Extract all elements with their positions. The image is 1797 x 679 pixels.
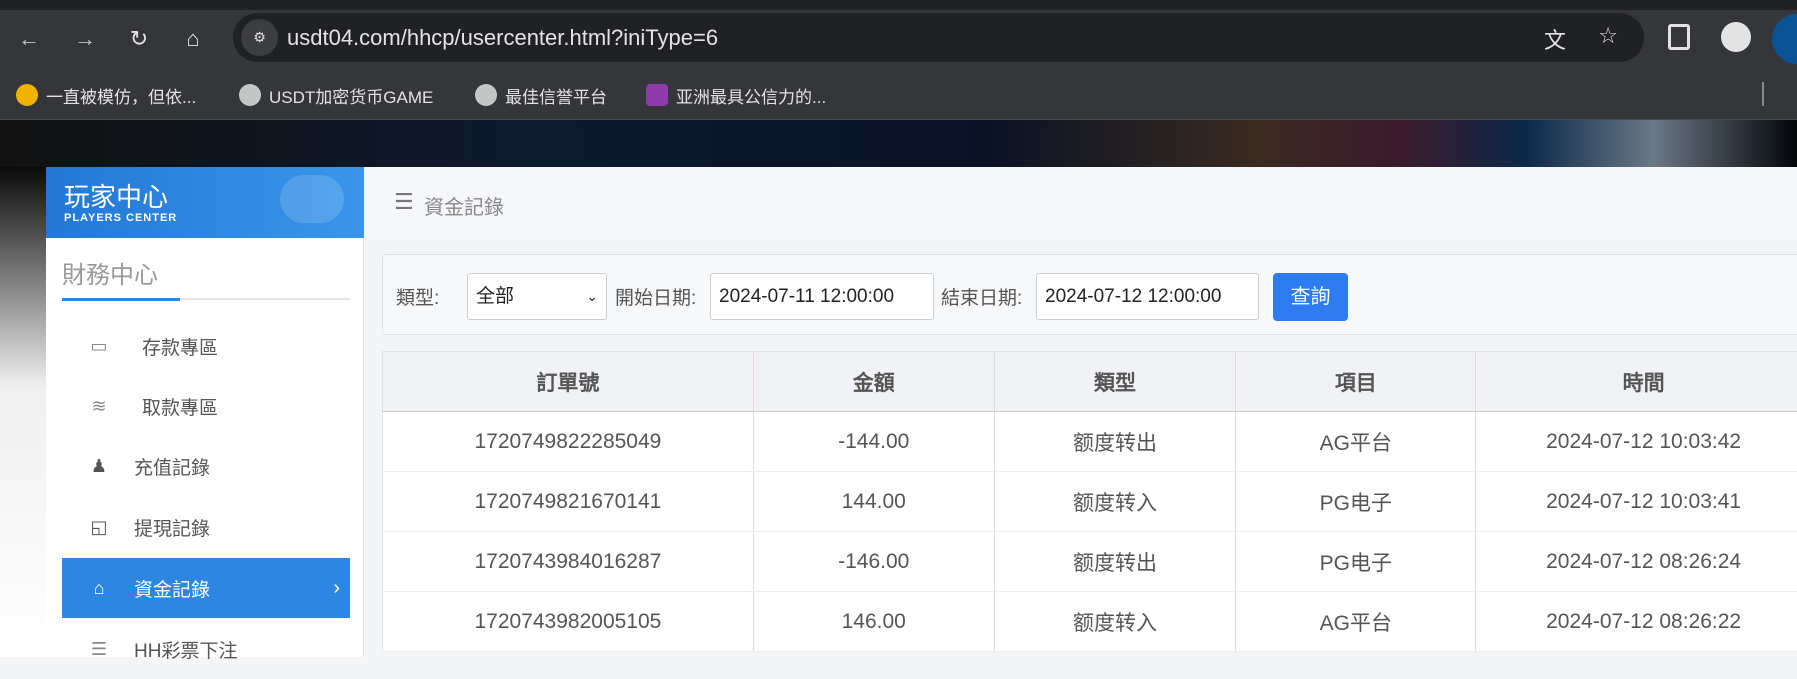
section-underline: [62, 298, 350, 300]
column-header: 金額: [753, 352, 994, 412]
globe-icon: [239, 84, 261, 106]
sidebar-item-withdraw[interactable]: ≋取款專區: [62, 376, 350, 436]
house-money-icon: ⌂: [86, 578, 112, 599]
fund-records-table: 訂單號金額類型項目時間 1720749822285049-144.00额度转出A…: [382, 351, 1797, 652]
page-header: ☰ 資金記錄: [364, 167, 1797, 238]
bookmarks-divider: [1762, 82, 1764, 106]
cell-time: 2024-07-12 08:26:24: [1476, 532, 1797, 592]
sidebar: 玩家中心 PLAYERS CENTER 財務中心 ▭存款專區 ≋取款專區 ♟充值…: [46, 167, 364, 657]
bookmark-4[interactable]: 亚洲最具公信力的...: [646, 82, 826, 108]
column-header: 項目: [1236, 352, 1476, 412]
table-row: 1720749821670141144.00额度转入PG电子2024-07-12…: [383, 472, 1797, 532]
gamepad-icon: [280, 175, 344, 223]
chevron-right-icon: ›: [333, 577, 340, 600]
hand-cash-icon: ≋: [86, 396, 112, 417]
address-bar[interactable]: ⚙ usdt04.com/hhcp/usercenter.html?iniTyp…: [233, 13, 1644, 62]
sidebar-item-hh-lottery[interactable]: ☰HH彩票下注: [62, 619, 350, 679]
cell-time: 2024-07-12 08:26:22: [1476, 592, 1797, 652]
sidebar-item-recharge-records[interactable]: ♟充值記錄: [62, 436, 350, 496]
end-date-input[interactable]: 2024-07-12 12:00:00: [1036, 273, 1259, 320]
globe-icon: [475, 84, 497, 106]
forward-button[interactable]: →: [68, 22, 102, 56]
sidebar-item-deposit[interactable]: ▭存款專區: [62, 316, 350, 376]
cell-time: 2024-07-12 10:03:42: [1476, 412, 1797, 472]
table-row: 1720749822285049-144.00额度转出AG平台2024-07-1…: [383, 412, 1797, 472]
filter-bar: 類型: 全部⌄ 開始日期: 2024-07-11 12:00:00 結束日期: …: [382, 254, 1797, 335]
cell-item: AG平台: [1236, 592, 1476, 652]
cell-item: AG平台: [1236, 412, 1476, 472]
cell-type: 额度转入: [994, 472, 1236, 532]
page-banner: [0, 120, 1797, 167]
profile-icon[interactable]: [1721, 22, 1751, 52]
bookmark-1[interactable]: 一直被模仿，但依...: [16, 82, 196, 108]
tab-strip: [0, 0, 1797, 10]
start-date-input[interactable]: 2024-07-11 12:00:00: [710, 273, 934, 320]
cell-order-number: 1720749821670141: [383, 472, 754, 532]
cell-amount: -146.00: [753, 532, 994, 592]
sidebar-header: 玩家中心 PLAYERS CENTER: [46, 167, 364, 238]
bookmark-3[interactable]: 最佳信誉平台: [475, 82, 607, 108]
column-header: 訂單號: [383, 352, 754, 412]
bookmark-star-icon[interactable]: ☆: [1598, 23, 1618, 49]
menu-icon[interactable]: ☰: [394, 189, 414, 215]
end-date-label: 結束日期:: [941, 283, 1022, 310]
cell-type: 额度转出: [994, 532, 1236, 592]
sidebar-subtitle: PLAYERS CENTER: [64, 212, 177, 224]
sidebar-title: 玩家中心: [64, 177, 168, 214]
reload-button[interactable]: ↻: [122, 22, 156, 56]
flower-logo-icon: [646, 84, 668, 106]
cell-type: 额度转出: [994, 412, 1236, 472]
cell-amount: 144.00: [753, 472, 994, 532]
money-bag-icon: ♟: [86, 456, 112, 477]
list-icon: ☰: [86, 639, 112, 660]
table-header-row: 訂單號金額類型項目時間: [383, 352, 1797, 412]
sidebar-item-fund-records[interactable]: ⌂資金記錄›: [62, 558, 350, 618]
query-button[interactable]: 查詢: [1273, 273, 1348, 321]
chevron-down-icon: ⌄: [586, 274, 598, 319]
type-label: 類型:: [396, 283, 439, 310]
card-icon: ▭: [86, 336, 112, 357]
sidebar-item-withdraw-records[interactable]: ◱提現記錄: [62, 497, 350, 557]
start-date-label: 開始日期:: [615, 283, 696, 310]
site-info-icon[interactable]: ⚙: [241, 19, 278, 56]
table-row: 1720743982005105146.00额度转入AG平台2024-07-12…: [383, 592, 1797, 652]
cell-amount: -144.00: [753, 412, 994, 472]
type-select[interactable]: 全部⌄: [467, 273, 607, 320]
bookmark-2[interactable]: USDT加密货币GAME: [239, 82, 433, 108]
cell-order-number: 1720743984016287: [383, 532, 754, 592]
cell-amount: 146.00: [753, 592, 994, 652]
background-image: [0, 167, 46, 657]
five-logo-icon: [16, 84, 38, 106]
back-button[interactable]: ←: [12, 22, 46, 56]
wallet-icon: ◱: [86, 517, 112, 538]
cell-order-number: 1720743982005105: [383, 592, 754, 652]
cell-item: PG电子: [1236, 532, 1476, 592]
translate-icon[interactable]: 文: [1544, 23, 1566, 55]
section-title: 財務中心: [62, 255, 158, 290]
column-header: 時間: [1476, 352, 1797, 412]
table-row: 1720743984016287-146.00额度转出PG电子2024-07-1…: [383, 532, 1797, 592]
page-title: 資金記錄: [424, 191, 504, 220]
cell-time: 2024-07-12 10:03:41: [1476, 472, 1797, 532]
cell-item: PG电子: [1236, 472, 1476, 532]
cell-order-number: 1720749822285049: [383, 412, 754, 472]
column-header: 類型: [994, 352, 1236, 412]
home-button[interactable]: ⌂: [176, 22, 210, 56]
cell-type: 额度转入: [994, 592, 1236, 652]
url-text[interactable]: usdt04.com/hhcp/usercenter.html?iniType=…: [287, 25, 718, 51]
side-panel-icon[interactable]: [1668, 24, 1690, 50]
